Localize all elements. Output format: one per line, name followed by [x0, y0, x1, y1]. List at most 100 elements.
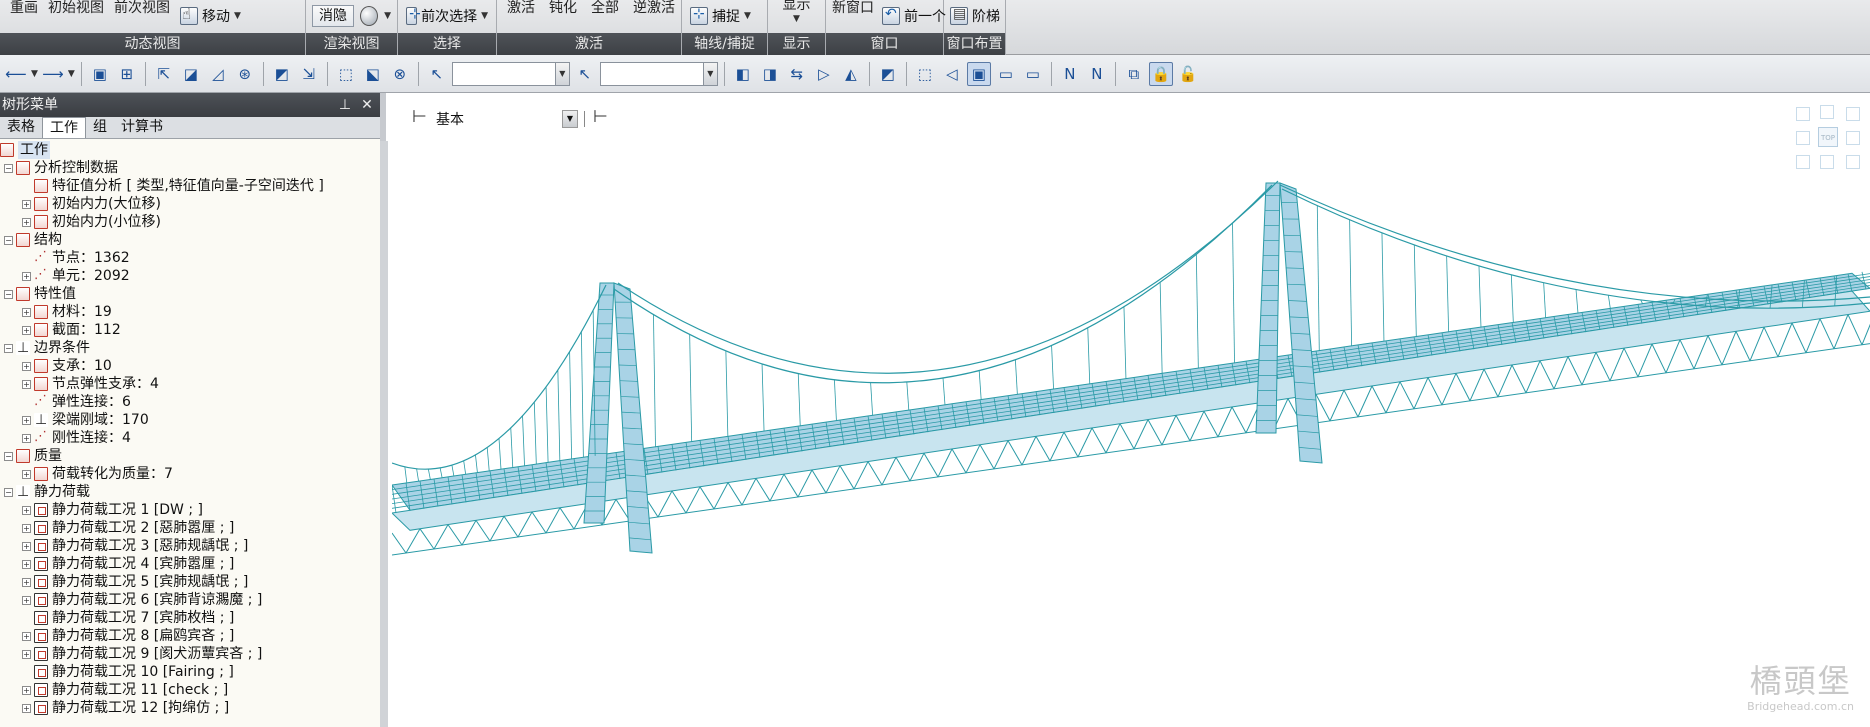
expand-icon[interactable]: +	[22, 433, 31, 443]
tree-item[interactable]: + 刚性连接：4	[0, 428, 372, 447]
select-volume-icon[interactable]: ⇲	[297, 62, 321, 86]
expand-icon[interactable]: +	[22, 199, 31, 209]
coordinate-system-icon[interactable]	[410, 107, 430, 129]
chevron-down-icon[interactable]: ▼	[554, 62, 569, 85]
element-number-icon[interactable]: N	[1085, 62, 1109, 86]
tree-item[interactable]: + 支承：10	[0, 357, 372, 375]
expand-icon[interactable]: +	[22, 271, 31, 281]
collapse-icon[interactable]: −	[4, 451, 13, 461]
chevron-down-icon[interactable]: ▼	[744, 11, 751, 21]
tree-view-icon[interactable]: ⊞	[115, 62, 139, 86]
pick-element-icon[interactable]: ↖	[573, 62, 597, 86]
select-window-icon[interactable]: ◪	[179, 62, 203, 86]
active-identity-icon[interactable]: ◭	[839, 62, 863, 86]
tree-item[interactable]: + 静力荷载工况 5 [宾肺规龋氓 ; ]	[0, 573, 372, 591]
tree-item[interactable]: + 静力荷载工况 6 [宾肺背谅瀃魔 ; ]	[0, 591, 372, 609]
collapse-icon[interactable]: −	[4, 343, 13, 353]
node-select-combo[interactable]: ▼	[451, 61, 570, 86]
chevron-down-icon[interactable]: ▼	[384, 11, 391, 21]
deactivate-button[interactable]: 钝化	[549, 0, 577, 17]
tree-item[interactable]: − 静力荷载	[0, 483, 372, 501]
chevron-down-icon[interactable]: ▼	[793, 14, 800, 24]
ucs-combo[interactable]: 基本 ▼	[436, 109, 578, 129]
lock-icon[interactable]: 🔒	[1148, 61, 1173, 86]
tree-item[interactable]: − 结构	[0, 231, 372, 249]
expand-icon[interactable]: +	[22, 595, 31, 605]
tree-item[interactable]: + 节点弹性支承：4	[0, 375, 372, 393]
display-button[interactable]: 显示	[783, 0, 811, 14]
select-polygon-icon[interactable]: ◿	[206, 62, 230, 86]
zoom-fit-icon[interactable]: ⬚	[913, 62, 937, 86]
collapse-icon[interactable]: −	[4, 235, 13, 245]
chevron-down-icon[interactable]: ▼	[68, 69, 75, 79]
hidden-toggle-icon[interactable]: ▣	[966, 61, 991, 86]
inverse-activate-button[interactable]: 逆激活	[633, 0, 675, 17]
initial-view-button[interactable]: 初始视图	[48, 0, 104, 17]
tree-item[interactable]: − 质量	[0, 447, 372, 465]
tree-item[interactable]: + 静力荷载工况 3 [惡肺规龋氓 ; ]	[0, 537, 372, 555]
collapse-icon[interactable]: −	[4, 163, 13, 173]
display-option-icon[interactable]: ◩	[876, 62, 900, 86]
close-icon[interactable]: ✕	[358, 93, 376, 117]
collapse-icon[interactable]: −	[4, 289, 13, 299]
pick-node-icon[interactable]: ↖	[425, 62, 449, 86]
expand-icon[interactable]: +	[22, 541, 31, 551]
expand-icon[interactable]: +	[22, 631, 31, 641]
expand-icon[interactable]: +	[22, 469, 31, 479]
expand-icon[interactable]: +	[22, 325, 31, 335]
view-cube[interactable]: TOP	[1790, 105, 1864, 171]
tree-item[interactable]: + 单元：2092	[0, 266, 372, 285]
collapse-icon[interactable]: −	[4, 487, 13, 497]
expand-icon[interactable]: +	[22, 379, 31, 389]
globe-icon[interactable]	[360, 6, 379, 26]
copy-window-icon[interactable]: ⧉	[1122, 62, 1146, 86]
monitor-2-icon[interactable]: ▭	[1021, 62, 1045, 86]
tree-item[interactable]: + 静力荷载工况 1 [DW ; ]	[0, 501, 372, 519]
expand-icon[interactable]: +	[22, 415, 31, 425]
chevron-down-icon[interactable]: ▼	[31, 69, 38, 79]
tree-item[interactable]: + 静力荷载工况 2 [惡肺嚣厘 ; ]	[0, 519, 372, 537]
tab-calc-book[interactable]: 计算书	[114, 117, 170, 138]
pin-icon[interactable]: ⊥	[336, 93, 354, 117]
previous-select-button[interactable]: 前次选择	[421, 6, 477, 26]
node-number-icon[interactable]: N	[1058, 62, 1082, 86]
tree-item[interactable]: + 初始内力(小位移)	[0, 213, 372, 231]
select-single-icon[interactable]: ⇱	[152, 62, 176, 86]
view-cube-face[interactable]: TOP	[1818, 127, 1838, 147]
select-intersect-icon[interactable]: ⊛	[233, 62, 257, 86]
expand-icon[interactable]: +	[22, 577, 31, 587]
tree-item[interactable]: + 静力荷载工况 12 [拘绵仿 ; ]	[0, 699, 372, 717]
tree-item[interactable]: + 梁端刚域：170	[0, 411, 372, 429]
expand-icon[interactable]: +	[22, 505, 31, 515]
tree-item[interactable]: 静力荷载工况 10 [Fairing ; ]	[0, 663, 372, 681]
activate-all-button[interactable]: 全部	[591, 0, 619, 17]
tree-item[interactable]: + 静力荷载工况 8 [扁鸥宾吝 ; ]	[0, 627, 372, 645]
previous-window-button[interactable]: 前一个	[882, 6, 946, 26]
redraw-button[interactable]: 重画	[10, 0, 38, 17]
expand-icon[interactable]: +	[22, 361, 31, 371]
tree-root[interactable]: 工作	[0, 141, 372, 159]
chevron-down-icon[interactable]: ▼	[481, 11, 488, 21]
view-bottom-edge-icon[interactable]	[1820, 155, 1834, 169]
rotate-right-icon[interactable]	[1846, 107, 1860, 121]
unselect-icon[interactable]: ⬚	[334, 62, 358, 86]
expand-icon[interactable]: +	[22, 217, 31, 227]
tree-item[interactable]: + 荷载转化为质量：7	[0, 465, 372, 483]
tree-item[interactable]: + 静力荷载工况 11 [check ; ]	[0, 681, 372, 699]
tree-scrollbar[interactable]	[380, 141, 388, 727]
cascade-button[interactable]: 阶梯	[950, 6, 1000, 26]
tree-item[interactable]: 节点：1362	[0, 248, 372, 267]
unselect-window-icon[interactable]: ⬕	[361, 62, 385, 86]
view-left-edge-icon[interactable]	[1796, 131, 1810, 145]
inverse-icon[interactable]: ▷	[812, 62, 836, 86]
tree-item[interactable]: − 分析控制数据	[0, 159, 372, 177]
expand-icon[interactable]: +	[22, 559, 31, 569]
expand-icon[interactable]: +	[22, 307, 31, 317]
hidden-line-button[interactable]: 消隐	[312, 5, 354, 27]
rotate-left-icon[interactable]	[1796, 107, 1810, 121]
perspective-icon[interactable]: ◁	[940, 62, 964, 86]
save-view-icon[interactable]: ▣	[88, 62, 112, 86]
tree-item[interactable]: − 边界条件	[0, 339, 372, 357]
expand-icon[interactable]: +	[22, 685, 31, 695]
move-button[interactable]: 移动 ▼	[180, 5, 241, 26]
